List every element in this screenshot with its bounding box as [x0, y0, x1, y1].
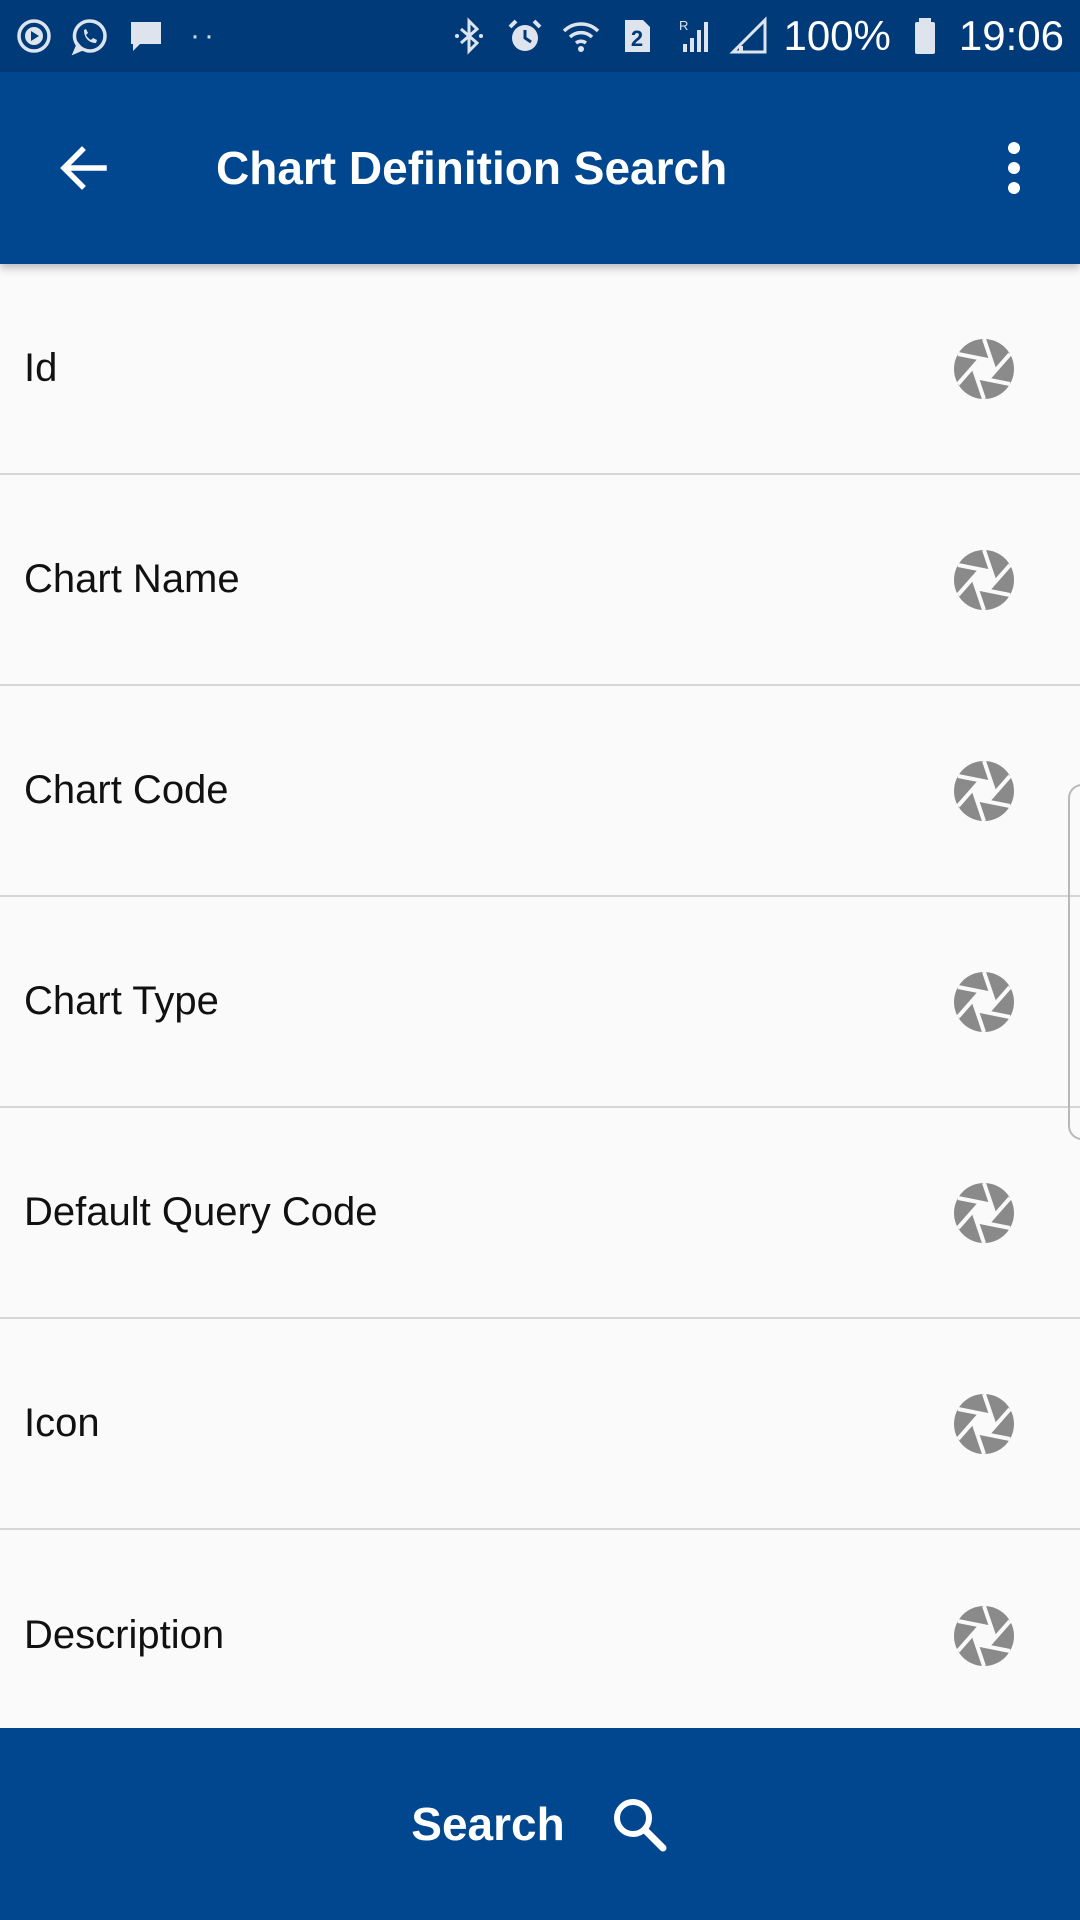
search-field-row[interactable]: Default Query Code: [0, 1108, 1080, 1319]
search-field-label: Description: [24, 1613, 225, 1657]
status-bar: ·· 2 R 100% 19:06: [0, 0, 1080, 72]
back-arrow-icon: [60, 146, 107, 190]
search-field-label: Chart Code: [24, 768, 229, 812]
app-bar: Chart Definition Search: [0, 72, 1080, 264]
search-field-row[interactable]: Description: [0, 1530, 1080, 1728]
search-field-list: Id Chart Name Chart Code Chart Type Default …: [0, 264, 1080, 1728]
whatsapp-icon: [68, 14, 112, 58]
signal-icon: R: [671, 14, 715, 58]
scrollbar[interactable]: [1068, 784, 1080, 1140]
search-field-label: Default Query Code: [24, 1190, 378, 1234]
aperture-icon[interactable]: [952, 1181, 1016, 1245]
search-field-row[interactable]: Chart Name: [0, 475, 1080, 686]
overflow-menu-button[interactable]: [978, 124, 1050, 212]
screen: ·· 2 R 100% 19:06 Chart Definition Searc…: [0, 0, 1080, 1920]
sim-badge-text: 2: [631, 26, 643, 51]
alarm-icon: [503, 14, 547, 58]
search-field-label: Id: [24, 346, 58, 390]
search-icon: [609, 1794, 669, 1854]
overflow-menu-icon: [1008, 142, 1020, 194]
search-field-label: Chart Name: [24, 557, 240, 601]
search-field-row[interactable]: Chart Type: [0, 897, 1080, 1108]
search-button[interactable]: Search: [0, 1728, 1080, 1920]
aperture-icon[interactable]: [952, 337, 1016, 401]
search-field-row[interactable]: Icon: [0, 1319, 1080, 1530]
sim-icon: 2: [615, 14, 659, 58]
wifi-icon: [559, 14, 603, 58]
clock: 19:06: [958, 12, 1064, 59]
search-button-label: Search: [411, 1798, 565, 1850]
bluetooth-icon: [447, 14, 491, 58]
battery-percent: 100%: [783, 12, 891, 59]
search-field-label: Icon: [24, 1401, 100, 1445]
media-icon: [12, 14, 56, 58]
more-dots-icon: ··: [190, 19, 218, 52]
aperture-icon[interactable]: [952, 548, 1016, 612]
aperture-icon[interactable]: [952, 970, 1016, 1034]
signal-icon: [727, 14, 771, 58]
search-field-row[interactable]: Chart Code: [0, 686, 1080, 897]
back-button[interactable]: [40, 124, 128, 212]
aperture-icon[interactable]: [952, 1604, 1016, 1668]
battery-icon: [903, 14, 947, 58]
message-icon: [124, 14, 168, 58]
search-field-label: Chart Type: [24, 979, 219, 1023]
aperture-icon[interactable]: [952, 759, 1016, 823]
roaming-badge-text: R: [679, 18, 688, 33]
search-field-row[interactable]: Id: [0, 264, 1080, 475]
aperture-icon[interactable]: [952, 1392, 1016, 1456]
page-title: Chart Definition Search: [216, 142, 728, 194]
